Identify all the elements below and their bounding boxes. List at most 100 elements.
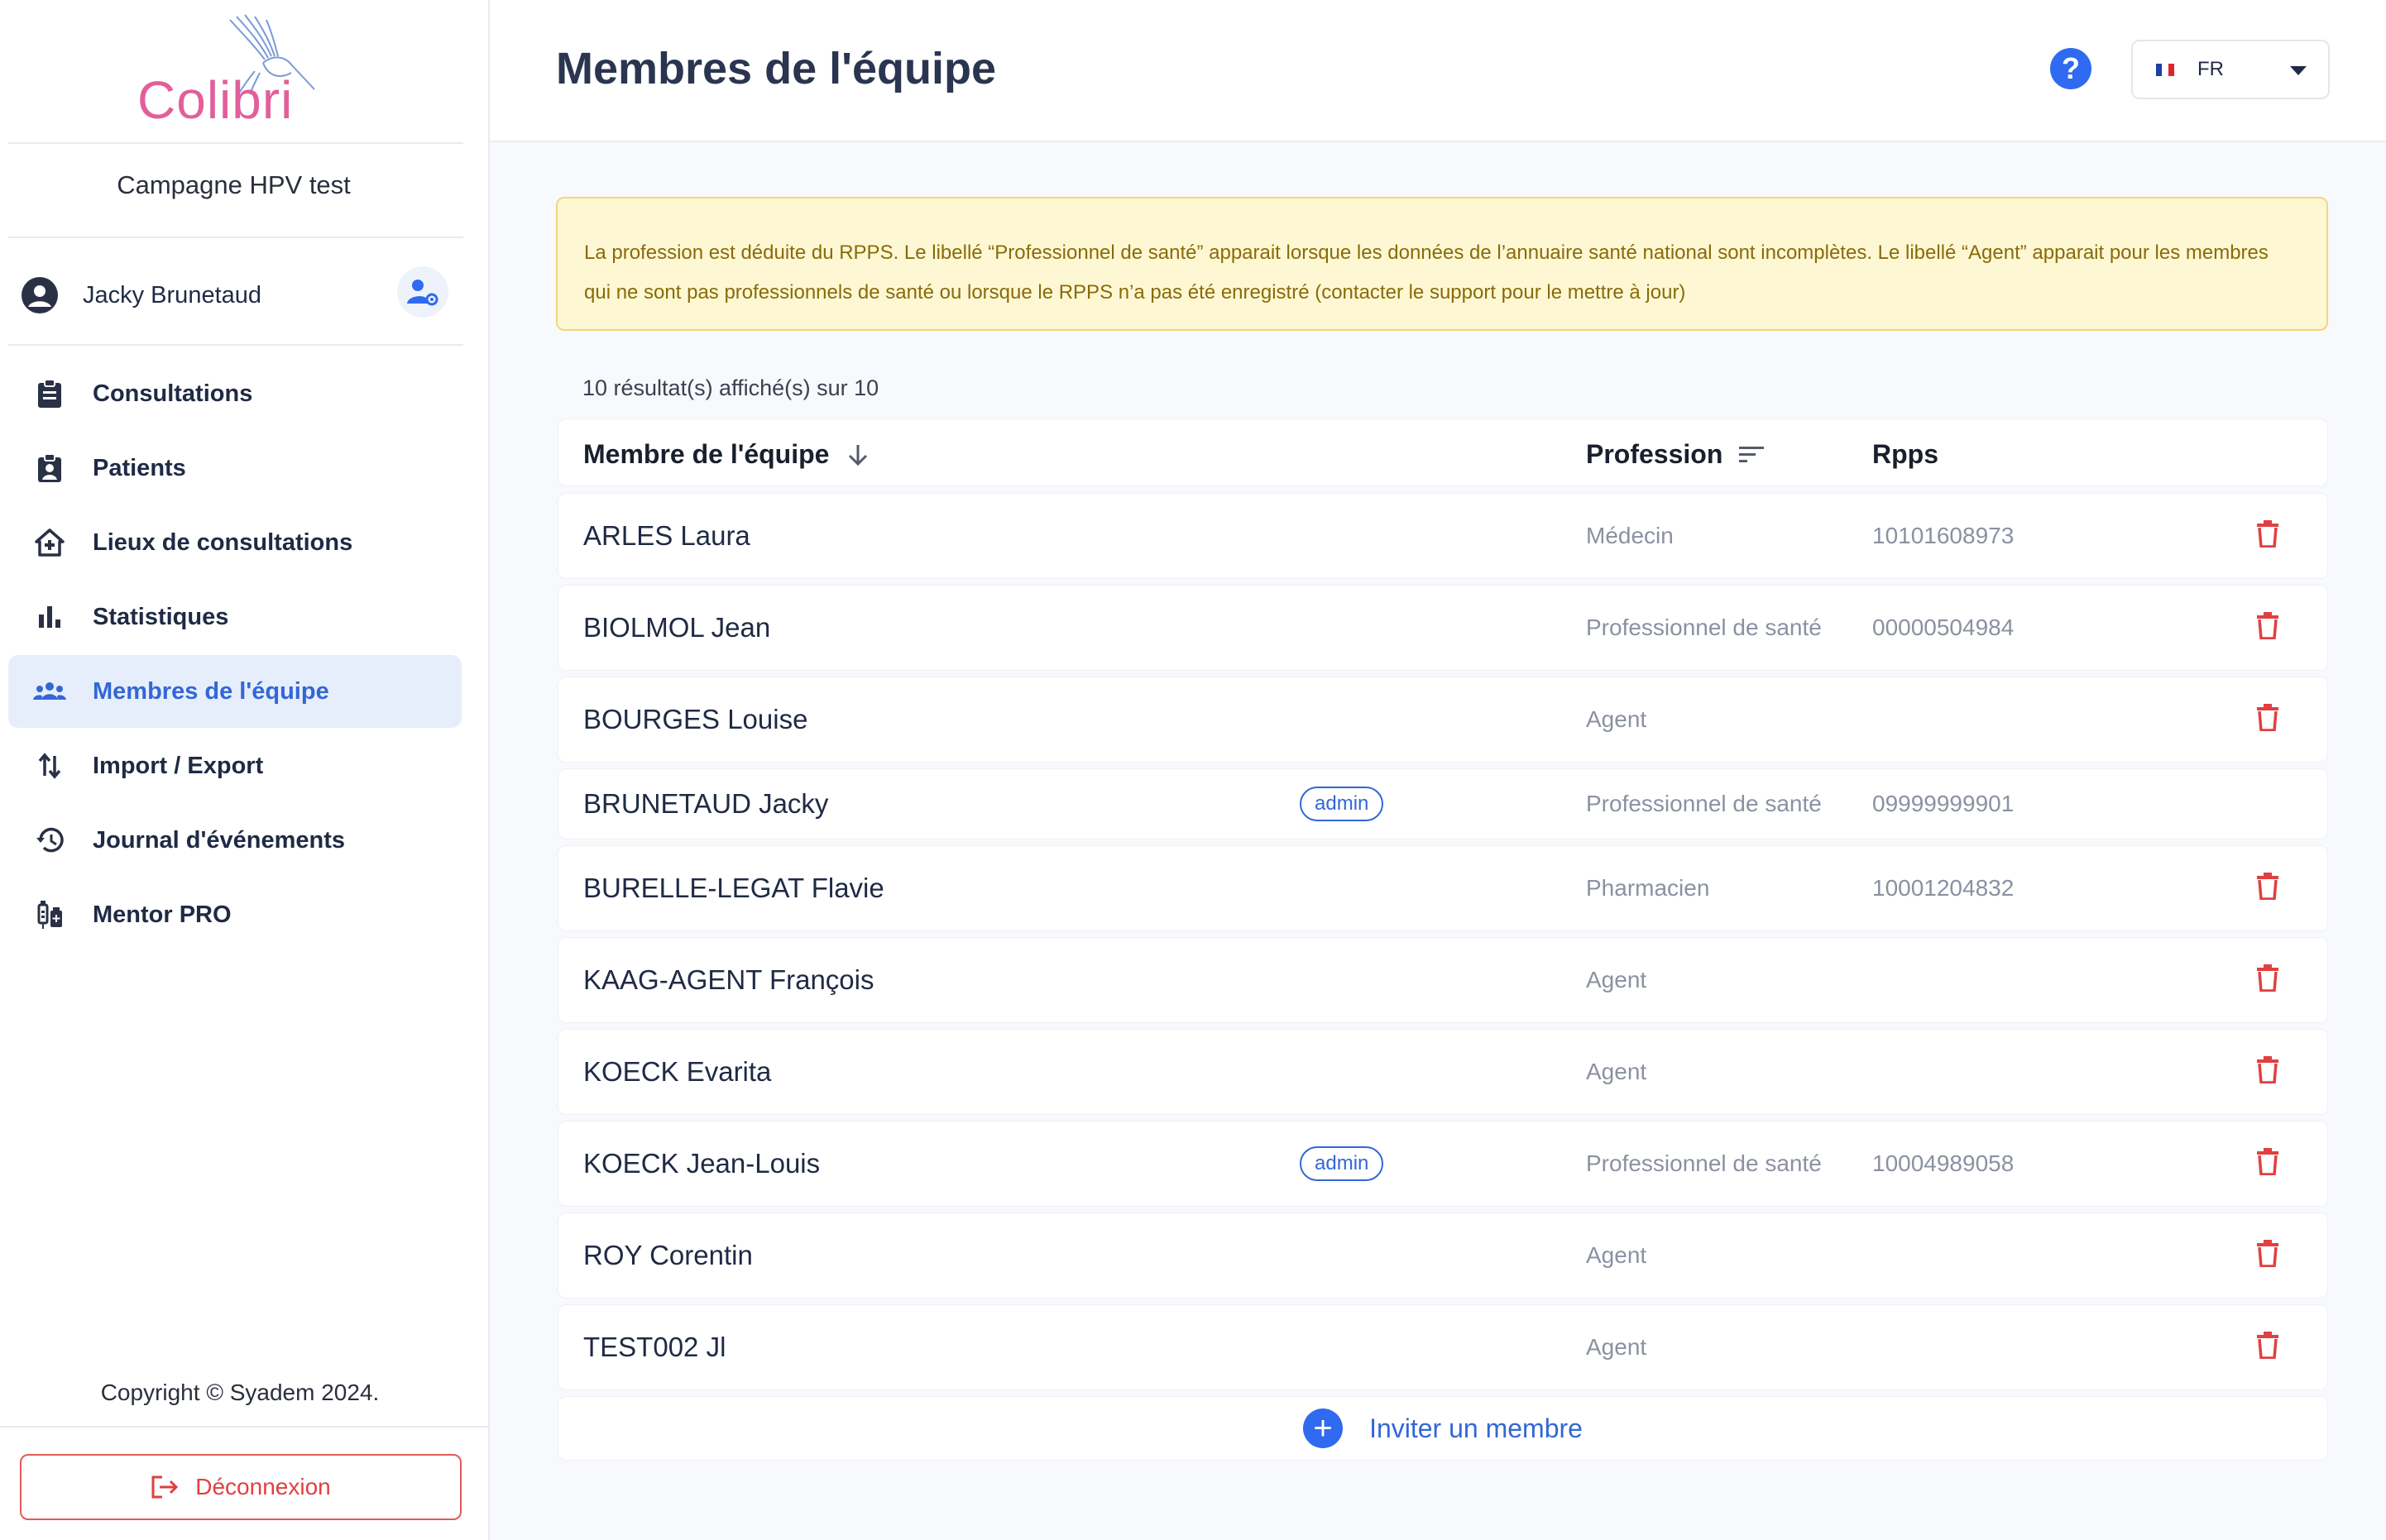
member-name: BRUNETAUD Jacky (583, 788, 829, 819)
group-icon (33, 675, 66, 708)
logout-label: Déconnexion (195, 1474, 331, 1499)
table-row[interactable]: KAAG-AGENT François Agent (558, 937, 2328, 1023)
trash-icon[interactable] (2256, 519, 2286, 552)
member-profession: Pharmacien (1586, 875, 1710, 901)
member-name: KOECK Evarita (583, 1056, 772, 1087)
help-button[interactable]: ? (2050, 48, 2091, 89)
admin-badge: admin (1300, 1146, 1384, 1181)
campaign-name: Campagne HPV test (117, 170, 351, 199)
table-row[interactable]: BURELLE-LEGAT Flavie Pharmacien 1000120483… (558, 845, 2328, 931)
nav-item-label: Journal d'événements (93, 826, 346, 854)
member-profession: Professionnel de santé (1586, 615, 1822, 640)
table-header: Membre de l'équipe Profession Rpps (558, 418, 2328, 486)
history-icon (33, 824, 66, 857)
member-name: TEST002 Jl (583, 1332, 726, 1362)
trash-icon[interactable] (2256, 964, 2286, 997)
trash-icon[interactable] (2256, 703, 2286, 736)
trash-icon[interactable] (2256, 1239, 2286, 1272)
member-name: ARLES Laura (583, 520, 750, 551)
member-profession: Professionnel de santé (1586, 791, 1822, 816)
trash-icon[interactable] (2256, 872, 2286, 905)
divider (0, 1426, 490, 1428)
trash-icon[interactable] (2256, 1055, 2286, 1088)
table-row[interactable]: KOECK Evarita Agent (558, 1029, 2328, 1115)
column-label: Profession (1586, 439, 1723, 469)
home-plus-icon (33, 526, 66, 559)
member-rpps: 00000504984 (1872, 615, 2015, 640)
account-circle-icon (22, 277, 58, 313)
divider (8, 344, 463, 346)
column-label: Rpps (1872, 439, 1938, 469)
nav-item-mentor-pro[interactable]: Mentor PRO (8, 878, 462, 951)
nav-item-journal[interactable]: Journal d'événements (8, 804, 462, 877)
nav-item-label: Mentor PRO (93, 901, 232, 928)
swap-vertical-icon (33, 749, 66, 782)
patient-badge-icon (33, 452, 66, 485)
logo-text: Colibri (137, 70, 294, 130)
nav-item-membres[interactable]: Membres de l'équipe (8, 655, 462, 728)
member-profession: Agent (1586, 1242, 1647, 1268)
french-flag-icon (2156, 63, 2174, 76)
copyright: Copyright © Syadem 2024. (100, 1380, 380, 1405)
help-icon: ? (2062, 51, 2080, 85)
nav-item-label: Membres de l'équipe (93, 677, 329, 705)
nav-item-import-export[interactable]: Import / Export (8, 729, 462, 802)
member-name: KAAG-AGENT François (583, 964, 874, 995)
nav-item-label: Patients (93, 454, 186, 481)
filter-sort-icon (1739, 446, 1765, 462)
user-gear-icon (407, 280, 438, 306)
user-name: Jacky Brunetaud (83, 281, 262, 308)
clipboard-icon (33, 377, 66, 410)
column-header-profession[interactable]: Profession (1586, 439, 1766, 470)
member-name: ROY Corentin (583, 1240, 753, 1270)
table-row[interactable]: BRUNETAUD Jacky admin Professionnel de san… (558, 768, 2328, 839)
main-nav: Consultations Patients Lieux de consulta… (8, 357, 462, 953)
member-profession: Professionnel de santé (1586, 1150, 1822, 1176)
table-row[interactable]: TEST002 Jl Agent (558, 1304, 2328, 1390)
table-row[interactable]: ROY Corentin Agent (558, 1212, 2328, 1298)
invite-member-button[interactable]: + Inviter un membre (558, 1396, 2328, 1461)
nav-item-label: Consultations (93, 380, 253, 407)
plus-circle-icon: + (1303, 1408, 1344, 1448)
member-profession: Agent (1586, 1334, 1647, 1360)
table-row[interactable]: BOURGES Louise Agent (558, 677, 2328, 763)
table-row[interactable]: BIOLMOL Jean Professionnel de santé 000005… (558, 585, 2328, 671)
table-row[interactable]: KOECK Jean-Louis admin Professionnel de sa… (558, 1121, 2328, 1207)
member-name: BURELLE-LEGAT Flavie (583, 873, 884, 903)
arrow-down-icon (849, 444, 868, 466)
trash-icon[interactable] (2256, 1147, 2286, 1180)
page-title: Membres de l'équipe (556, 44, 996, 93)
member-name: BOURGES Louise (583, 704, 808, 734)
nav-item-label: Statistiques (93, 603, 229, 630)
member-name: BIOLMOL Jean (583, 612, 771, 643)
column-header-member[interactable]: Membre de l'équipe (583, 439, 869, 470)
members-table: Membre de l'équipe Profession Rpps ARLES… (558, 418, 2328, 1461)
member-rpps: 10001204832 (1872, 875, 2015, 901)
language-value: FR (2197, 58, 2224, 80)
sidebar: Colibri Campagne HPV test Jacky Brunetau… (0, 0, 490, 1540)
user-settings-button[interactable] (397, 266, 448, 318)
logo[interactable]: Colibri (0, 0, 463, 142)
vaccine-icon (33, 898, 66, 931)
column-header-rpps[interactable]: Rpps (1872, 439, 1938, 470)
bar-chart-icon (33, 600, 66, 634)
divider (8, 142, 463, 144)
nav-item-consultations[interactable]: Consultations (8, 357, 462, 430)
nav-item-patients[interactable]: Patients (8, 432, 462, 505)
member-profession: Médecin (1586, 523, 1674, 548)
user-profile: Jacky Brunetaud (22, 266, 448, 324)
table-row[interactable]: ARLES Laura Médecin 10101608973 (558, 493, 2328, 579)
member-name: KOECK Jean-Louis (583, 1148, 821, 1179)
nav-item-lieux[interactable]: Lieux de consultations (8, 506, 462, 579)
divider (8, 237, 463, 238)
member-profession: Agent (1586, 1059, 1647, 1084)
results-count: 10 résultat(s) affiché(s) sur 10 (582, 375, 879, 400)
logout-button[interactable]: Déconnexion (20, 1454, 462, 1520)
trash-icon[interactable] (2256, 611, 2286, 644)
nav-item-statistiques[interactable]: Statistiques (8, 581, 462, 653)
logout-icon (151, 1475, 179, 1499)
top-bar: Membres de l'équipe ? FR (490, 0, 2386, 142)
language-select[interactable]: FR (2131, 40, 2330, 99)
trash-icon[interactable] (2256, 1331, 2286, 1364)
nav-item-label: Lieux de consultations (93, 528, 353, 556)
